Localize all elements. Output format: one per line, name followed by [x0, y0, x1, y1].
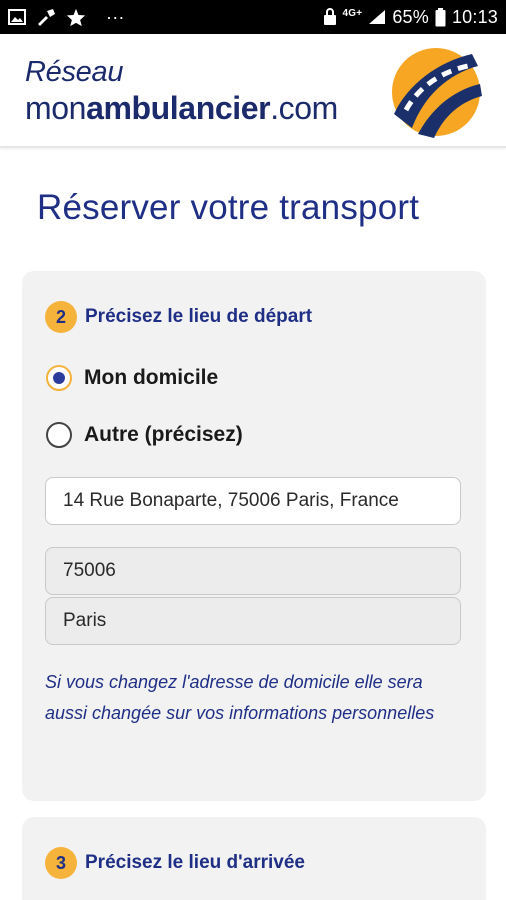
step-number-badge: 2 — [45, 301, 77, 333]
city-field: Paris — [45, 597, 461, 645]
radio-label-domicile[interactable]: Mon domicile — [84, 366, 218, 390]
postal-code-field: 75006 — [45, 547, 461, 595]
arrival-card: 3 Précisez le lieu d'arrivée — [22, 817, 486, 900]
status-left-icons: ··· — [8, 7, 125, 28]
more-icon: ··· — [106, 6, 125, 27]
status-bar: ··· 4G+ 65% 10:13 — [0, 0, 506, 34]
departure-step-header: 2 Précisez le lieu de départ — [45, 301, 312, 333]
app-header: Réseau monambulancier.com — [0, 34, 506, 148]
departure-card: 2 Précisez le lieu de départ Mon domicil… — [22, 271, 486, 801]
radio-button-checked[interactable] — [46, 365, 72, 391]
brand-name: monambulancier.com — [25, 90, 338, 127]
step-number-badge: 3 — [45, 847, 77, 879]
image-icon — [8, 9, 26, 25]
departure-step-label: Précisez le lieu de départ — [85, 306, 313, 327]
brand-bold: ambulancier — [86, 90, 271, 126]
network-type: 4G+ — [342, 7, 363, 19]
clock: 10:13 — [451, 6, 498, 27]
radio-option-autre[interactable]: Autre (précisez) — [46, 422, 243, 448]
lock-icon — [323, 8, 337, 26]
battery-icon — [435, 7, 446, 27]
brand-suffix: .com — [270, 90, 338, 126]
address-field[interactable]: 14 Rue Bonaparte, 75006 Paris, France — [45, 477, 461, 525]
wrench-icon — [36, 8, 56, 26]
signal-icon — [368, 9, 386, 25]
page-title: Réserver votre transport — [37, 188, 420, 227]
brand-logo-icon — [388, 44, 484, 140]
star-icon — [66, 8, 86, 27]
battery-percent: 65% — [392, 6, 429, 27]
brand-prefix: mon — [25, 90, 87, 126]
radio-button-unchecked[interactable] — [46, 422, 72, 448]
arrival-step-header: 3 Précisez le lieu d'arrivée — [45, 847, 305, 879]
radio-option-domicile[interactable]: Mon domicile — [46, 365, 218, 391]
brand-reseau: Réseau — [25, 56, 124, 88]
status-right: 4G+ 65% 10:13 — [323, 7, 498, 28]
radio-label-autre[interactable]: Autre (précisez) — [84, 423, 243, 447]
domicile-change-note: Si vous changez l'adresse de domicile el… — [45, 672, 435, 723]
arrival-step-label: Précisez le lieu d'arrivée — [85, 852, 305, 873]
